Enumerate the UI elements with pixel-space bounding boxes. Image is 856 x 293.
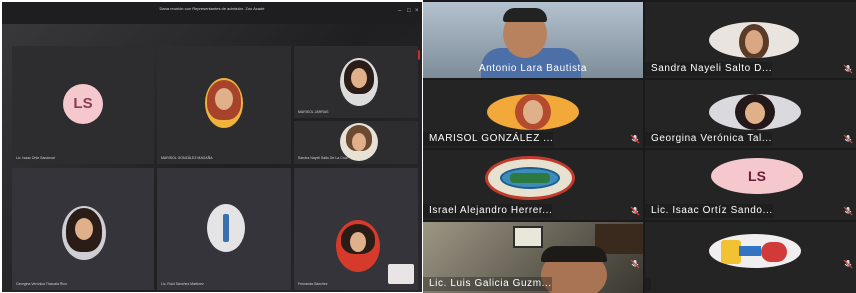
participant-name: Sandra Nayeli Salto D... [645,62,773,76]
participant-photo [340,58,378,106]
video-tile-luis[interactable]: Lic. Luis Galicia Guzm... [423,222,643,293]
muted-microphone-icon [630,134,640,144]
participant-name: Israel Alejandro Herrer... [423,204,553,218]
video-tile-antonio[interactable]: Antonio Lara Bautista [423,2,643,78]
participant-photo [336,220,380,272]
user-initials-avatar: LS [63,84,103,124]
muted-microphone-icon [843,259,853,269]
user-initials-avatar: LS [711,158,803,194]
video-tile-marisol[interactable]: MARISOL GONZÁLEZ ... [423,80,643,148]
participant-photo [205,78,243,128]
participant-photo [62,206,106,260]
video-tile-israel[interactable]: Israel Alejandro Herrer... [423,150,643,220]
meeting-tile-raul: Lic. Raúl Sánchez Martínez [157,168,291,290]
muted-microphone-icon [630,206,640,216]
participant-photo [487,94,579,130]
tile-name: Georgina Verónica Tlaxcala Rico [16,282,67,286]
meeting-tile-jarras: MARISOL JARRAS [294,46,418,118]
video-tile-isaac[interactable]: LS Lic. Isaac Ortíz Sando... [645,150,856,220]
participant-name: MARISOL GONZÁLEZ ... [423,132,554,146]
participant-photo [709,94,801,130]
self-view-thumbnail[interactable] [388,264,414,284]
meeting-titlebar: Dana reunión con Representantes de admis… [2,2,422,24]
muted-microphone-icon [843,206,853,216]
muted-microphone-icon [843,64,853,74]
participant-photo [709,234,801,268]
video-tile-georgina[interactable]: Georgina Verónica Tal... [645,80,856,148]
meeting-tile-marisol: MARISOL GONZÁLEZ MAGAÑA [157,46,291,164]
muted-microphone-icon [630,259,640,269]
institution-seal-logo [485,156,575,200]
participant-name [645,277,651,291]
maximize-icon[interactable]: □ [407,8,411,14]
participant-name: Antonio Lara Bautista [478,63,588,74]
meeting-tile-georgina: Georgina Verónica Tlaxcala Rico [12,168,154,290]
close-icon[interactable]: × [415,8,419,14]
meeting-tile-fernanda: Fernanda Sánchez [294,168,418,290]
monitor-photo: Dana reunión con Representantes de admis… [2,2,422,292]
tile-name: Lic. Raúl Sánchez Martínez [161,282,204,286]
muted-microphone-icon [843,134,853,144]
tile-name: Sandra Nayeli Salto De La Cruz [298,156,348,160]
minimize-icon[interactable]: – [398,8,401,14]
zoom-gallery: Antonio Lara Bautista Sandra Nayeli Salt… [423,0,856,293]
participant-name: Georgina Verónica Tal... [645,132,772,146]
participant-name: Lic. Luis Galicia Guzm... [423,277,552,291]
tile-name: MARISOL GONZÁLEZ MAGAÑA [161,156,213,160]
meeting-title: Dana reunión con Representantes de admis… [159,6,265,11]
tile-name: Lic. Isaac Ortiz Sandoval [16,156,55,160]
tile-name: Fernanda Sánchez [298,282,328,286]
participant-photo [207,204,245,252]
meeting-toolbar: 00:05 Abandonar [2,24,422,60]
meeting-tile-ls: LS Lic. Isaac Ortiz Sandoval [12,46,154,164]
participant-photo [709,22,799,58]
meeting-tile-sandra: Sandra Nayeli Salto De La Cruz [294,121,418,164]
video-tile-unnamed[interactable] [645,222,856,293]
video-tile-sandra[interactable]: Sandra Nayeli Salto D... [645,2,856,78]
participant-name: Lic. Isaac Ortíz Sando... [645,204,773,218]
tile-name: MARISOL JARRAS [298,110,329,114]
